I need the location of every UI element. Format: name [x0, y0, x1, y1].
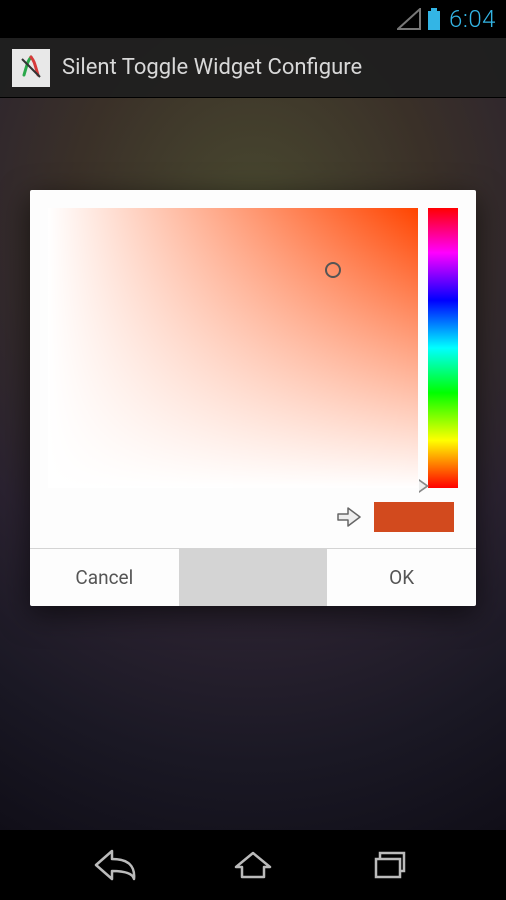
- hue-cursor[interactable]: [419, 479, 429, 493]
- battery-icon: [427, 8, 441, 30]
- app-title: Silent Toggle Widget Configure: [62, 55, 362, 80]
- home-button[interactable]: [230, 847, 276, 883]
- back-button[interactable]: [92, 847, 138, 883]
- color-picker-dialog: Cancel OK: [30, 190, 476, 606]
- app-bar: Silent Toggle Widget Configure: [0, 38, 506, 98]
- button-divider: [179, 549, 328, 606]
- saturation-value-panel[interactable]: [48, 208, 418, 488]
- ok-button[interactable]: OK: [327, 549, 476, 606]
- status-bar: 6:04: [0, 0, 506, 38]
- signal-icon: [397, 8, 421, 30]
- sv-cursor[interactable]: [325, 262, 341, 278]
- hue-slider[interactable]: [428, 208, 458, 488]
- color-preview-swatch: [374, 502, 454, 532]
- app-icon: [12, 49, 50, 87]
- recent-apps-button[interactable]: [368, 847, 414, 883]
- status-time: 6:04: [449, 5, 496, 33]
- arrow-right-icon: [336, 506, 362, 528]
- cancel-button[interactable]: Cancel: [30, 549, 179, 606]
- navigation-bar: [0, 830, 506, 900]
